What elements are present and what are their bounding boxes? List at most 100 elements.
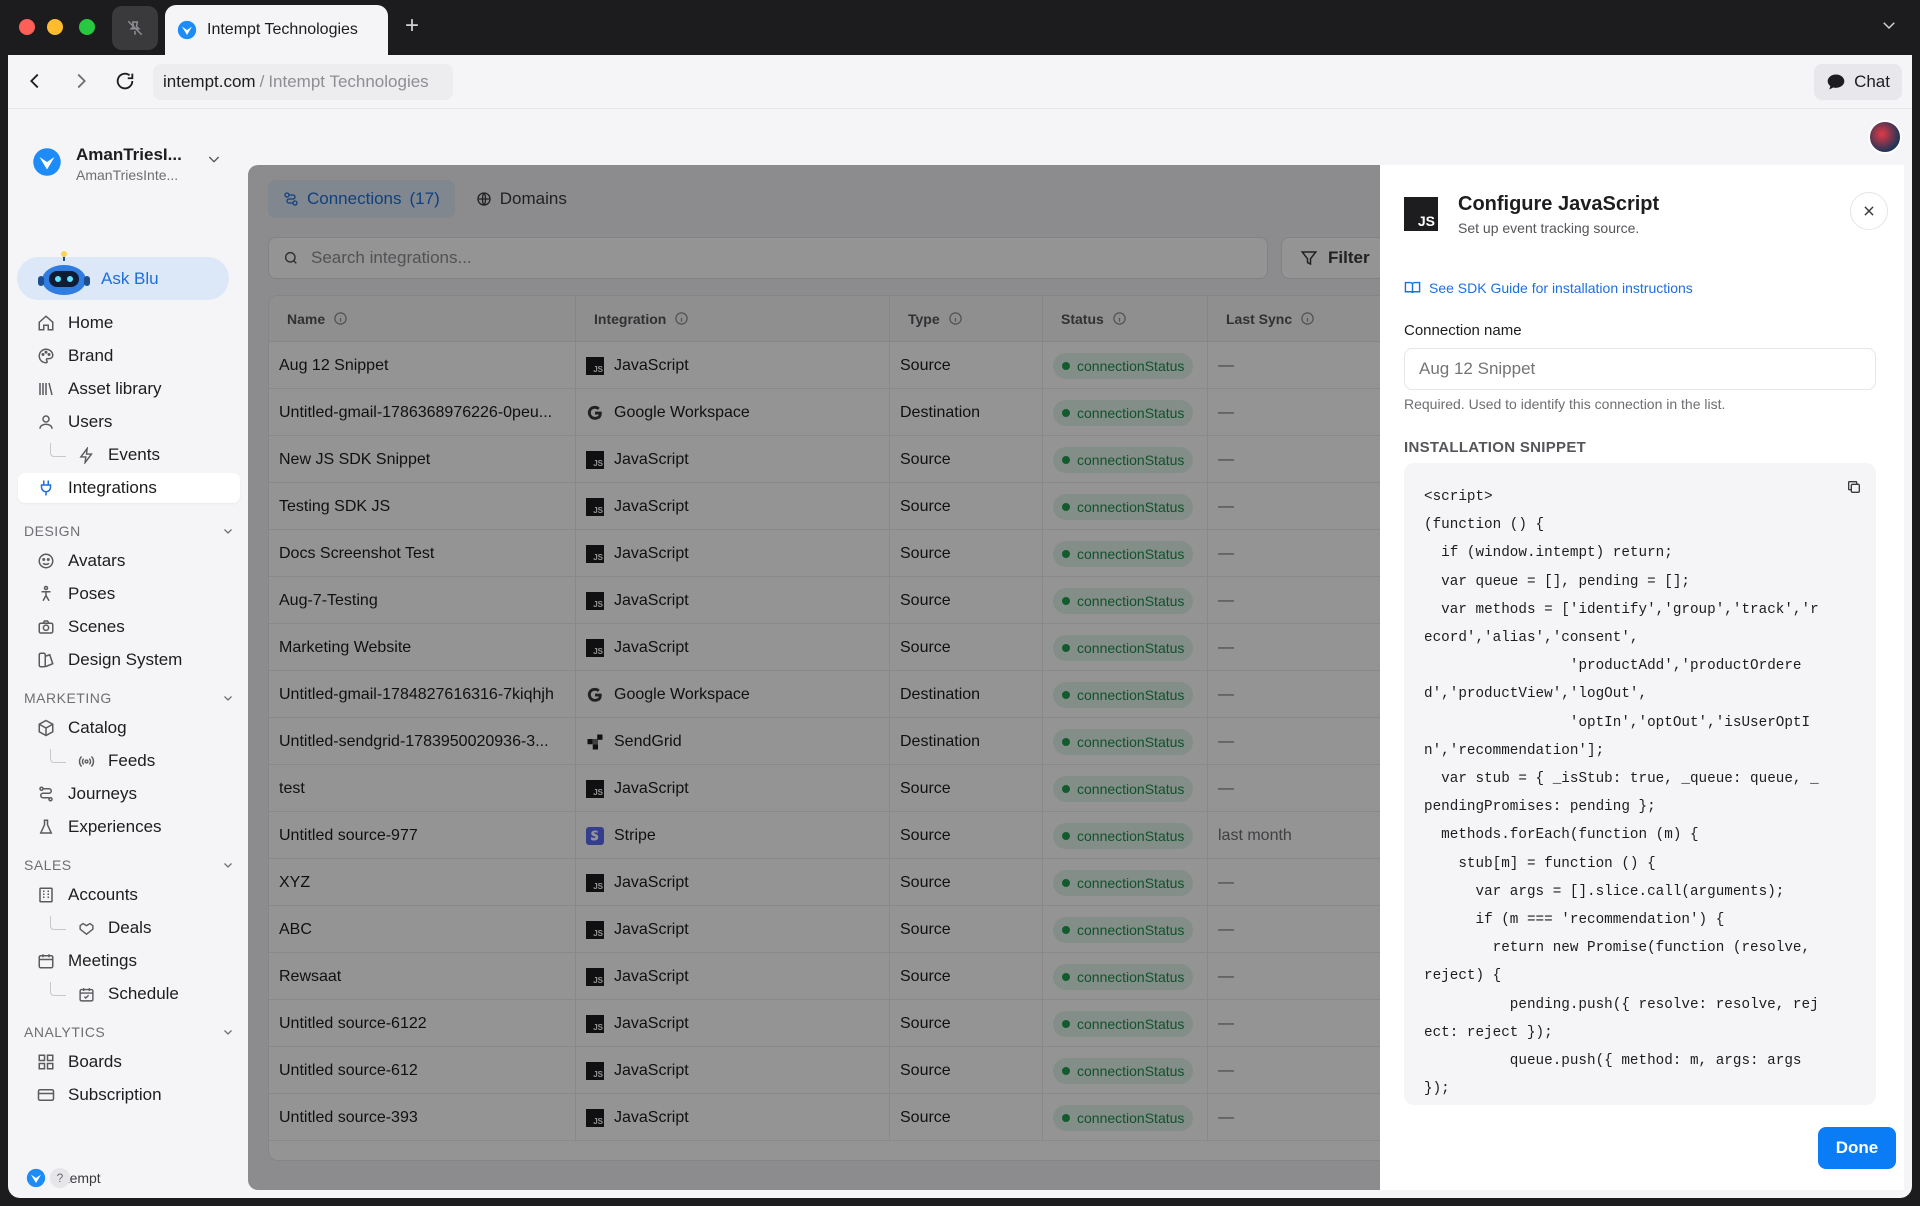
section-label: ANALYTICS [24, 1024, 106, 1040]
chevron-down-icon [224, 863, 232, 868]
chevron-left-icon [30, 73, 39, 89]
sidebar-item-users[interactable]: Users [18, 407, 240, 437]
figure-icon [36, 584, 56, 604]
box-icon [36, 718, 56, 738]
intempt-logo-icon [177, 20, 197, 40]
installation-snippet-code[interactable]: <script> (function () { if (window.intem… [1404, 463, 1876, 1105]
route-icon [36, 784, 56, 804]
sidebar-item-label: Brand [68, 346, 114, 365]
sidebar-item-label: Asset library [68, 379, 162, 398]
section-design[interactable]: DESIGN [24, 523, 234, 539]
sidebar-item-label: Accounts [68, 885, 138, 904]
sidebar-item-scenes[interactable]: Scenes [18, 612, 240, 642]
connection-name-help: Required. Used to identify this connecti… [1404, 396, 1726, 412]
intempt-logo-icon [33, 148, 61, 176]
forward-button[interactable] [70, 70, 92, 97]
sidebar-item-label: Events [108, 445, 160, 464]
sidebar-item-avatars[interactable]: Avatars [18, 546, 240, 576]
chat-label: Chat [1854, 72, 1890, 91]
connection-name-label: Connection name [1404, 322, 1522, 339]
sidebar-item-home[interactable]: Home [18, 308, 240, 338]
sidebar-item-asset-library[interactable]: Asset library [18, 374, 240, 404]
sidebar-item-events[interactable]: Events [18, 440, 240, 470]
reload-icon [116, 72, 134, 90]
user-avatar[interactable] [1868, 120, 1902, 154]
chevron-down-icon [224, 529, 232, 534]
browser-window: intempt.com / Intempt Technologies Chat … [8, 55, 1912, 1198]
sidebar-item-schedule[interactable]: Schedule [18, 979, 240, 1009]
section-label: MARKETING [24, 690, 112, 706]
section-label: DESIGN [24, 523, 81, 539]
panel-subtitle: Set up event tracking source. [1458, 220, 1640, 236]
credit-card-icon [36, 1085, 56, 1105]
javascript-icon: JS [1404, 197, 1438, 231]
url-bar: intempt.com / Intempt Technologies Chat [8, 55, 1912, 109]
minimize-window-button[interactable] [47, 19, 63, 35]
back-button[interactable] [24, 70, 46, 97]
section-marketing[interactable]: MARKETING [24, 690, 234, 706]
sidebar-item-integrations[interactable]: Integrations [18, 473, 240, 503]
sidebar-item-brand[interactable]: Brand [18, 341, 240, 371]
tab-title: Intempt Technologies [207, 21, 358, 38]
modal-overlay[interactable] [248, 165, 1388, 1190]
maximize-window-button[interactable] [79, 19, 95, 35]
face-icon [36, 551, 56, 571]
sidebar-item-label: Schedule [108, 984, 179, 1003]
close-panel-button[interactable] [1850, 192, 1888, 230]
chevron-down-icon [224, 1030, 232, 1035]
chevron-down-icon [224, 696, 232, 701]
sdk-guide-link[interactable]: See SDK Guide for installation instructi… [1404, 279, 1693, 296]
sidebar-item-label: Home [68, 313, 114, 332]
sidebar-item-journeys[interactable]: Journeys [18, 779, 240, 809]
workspace-subtitle: AmanTriesInte... [76, 167, 179, 183]
sidebar-item-meetings[interactable]: Meetings [18, 946, 240, 976]
palette-icon [36, 346, 56, 366]
sidebar-item-catalog[interactable]: Catalog [18, 713, 240, 743]
sidebar-item-subscription[interactable]: Subscription [18, 1080, 240, 1110]
connection-name-input[interactable] [1404, 348, 1876, 390]
sidebar-item-label: Users [68, 412, 113, 431]
sidebar-item-label: Boards [68, 1052, 122, 1071]
sidebar-item-poses[interactable]: Poses [18, 579, 240, 609]
address-field[interactable]: intempt.com / Intempt Technologies [153, 64, 453, 100]
sidebar-item-label: Journeys [68, 784, 137, 803]
new-tab-button[interactable]: + [405, 12, 419, 40]
calendar-icon [36, 951, 56, 971]
lightning-icon [76, 445, 96, 465]
section-analytics[interactable]: ANALYTICS [24, 1024, 234, 1040]
sidebar-item-label: Scenes [68, 617, 125, 636]
home-icon [36, 313, 56, 333]
workspace-name: AmanTriesI... [76, 145, 182, 164]
section-label: SALES [24, 857, 72, 873]
sidebar-footer: Intempt ? [26, 1168, 226, 1188]
sidebar-item-experiences[interactable]: Experiences [18, 812, 240, 842]
ask-blu-button[interactable]: Ask Blu [17, 251, 229, 300]
chat-button[interactable]: Chat [1814, 64, 1902, 100]
sidebar-item-deals[interactable]: Deals [18, 913, 240, 943]
tab-list-button[interactable] [1880, 16, 1898, 39]
sidebar-item-label: Design System [68, 650, 183, 669]
browser-tab-active[interactable]: Intempt Technologies [165, 5, 388, 55]
pin-icon [127, 20, 143, 36]
sidebar-item-feeds[interactable]: Feeds [18, 746, 240, 776]
flask-icon [36, 817, 56, 837]
help-button[interactable]: ? [50, 1168, 70, 1188]
workspace-switcher[interactable]: AmanTriesI... AmanTriesInte... [22, 137, 222, 187]
panel-title: Configure JavaScript [1458, 193, 1660, 215]
done-button[interactable]: Done [1818, 1127, 1896, 1169]
calendar-check-icon [76, 984, 96, 1004]
sidebar-item-accounts[interactable]: Accounts [18, 880, 240, 910]
sidebar-item-label: Catalog [68, 718, 127, 737]
swatch-icon [36, 650, 56, 670]
copy-snippet-button[interactable] [1846, 479, 1862, 500]
reload-button[interactable] [114, 70, 136, 97]
plug-icon [36, 478, 56, 498]
pin-tab-button[interactable] [112, 6, 158, 50]
sidebar-item-label: Deals [108, 918, 152, 937]
close-window-button[interactable] [19, 19, 35, 35]
book-icon [1404, 281, 1421, 294]
sidebar-item-boards[interactable]: Boards [18, 1047, 240, 1077]
chevron-down-icon [1883, 22, 1895, 30]
sidebar-item-design-system[interactable]: Design System [18, 645, 240, 675]
section-sales[interactable]: SALES [24, 857, 234, 873]
